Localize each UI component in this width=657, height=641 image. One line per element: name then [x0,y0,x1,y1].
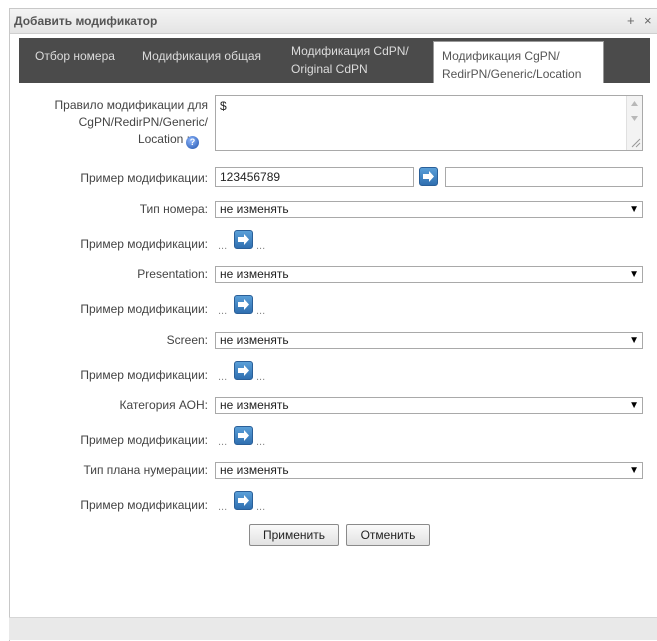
screen-example-dots-before: ... [218,371,228,383]
expand-icon[interactable]: + [627,13,635,28]
aon-category-example-dots-before: ... [218,436,228,448]
tab-number-selection[interactable]: Отбор номера [35,47,115,92]
screen-select[interactable]: не изменять ▼ [215,332,643,349]
screen-example-label: Пример модификации: [80,368,208,382]
number-type-example-label: Пример модификации: [80,237,208,251]
numbering-plan-example-dots-before: ... [218,501,228,513]
tab-cgpn-modification[interactable]: Модификация CgPN/ RedirPN/Generic/Locati… [433,41,604,83]
numbering-plan-example-dots-after: ... [256,501,266,513]
dialog-titlebar: Добавить модификатор + × [10,9,657,34]
arrow-right-icon [423,171,434,182]
apply-button[interactable]: Применить [249,524,339,546]
tab-bar: Отбор номера Модификация общая Модификац… [19,38,650,83]
aon-category-label: Категория АОН: [119,398,208,412]
textarea-scrollbar[interactable] [626,96,642,150]
chevron-down-icon: ▼ [629,204,639,215]
help-icon[interactable]: ? [186,136,199,149]
rule-textarea[interactable]: $ [215,95,643,151]
number-type-example-button[interactable] [234,230,253,249]
number-type-example-dots-before: ... [218,240,228,252]
arrow-right-icon [238,299,249,310]
example-input[interactable] [215,167,414,187]
presentation-example-dots-before: ... [218,305,228,317]
chevron-down-icon: ▼ [629,465,639,476]
cancel-button[interactable]: Отменить [346,524,430,546]
screen-example-dots-after: ... [256,371,266,383]
presentation-example-label: Пример модификации: [80,302,208,316]
close-icon[interactable]: × [644,13,652,28]
arrow-right-icon [238,495,249,506]
aon-category-select[interactable]: не изменять ▼ [215,397,643,414]
presentation-example-dots-after: ... [256,305,266,317]
aon-category-example-button[interactable] [234,426,253,445]
numbering-plan-example-label: Пример модификации: [80,498,208,512]
number-type-select[interactable]: не изменять ▼ [215,201,643,218]
presentation-example-button[interactable] [234,295,253,314]
example-label: Пример модификации: [80,171,208,185]
arrow-right-icon [238,365,249,376]
screen-example-button[interactable] [234,361,253,380]
chevron-down-icon: ▼ [629,400,639,411]
screen-label: Screen: [166,333,208,347]
presentation-select[interactable]: не изменять ▼ [215,266,643,283]
aon-category-example-dots-after: ... [256,436,266,448]
number-type-label: Тип номера: [139,202,208,216]
numbering-plan-select[interactable]: не изменять ▼ [215,462,643,479]
chevron-down-icon: ▼ [629,269,639,280]
tab-cdpn-modification[interactable]: Модификация CdPN/ Original CdPN [291,42,409,87]
scrollbar-arrows-icon [631,101,641,148]
tab-general-modification[interactable]: Модификация общая [142,47,261,92]
example-result[interactable] [445,167,643,187]
chevron-down-icon: ▼ [629,335,639,346]
number-type-example-dots-after: ... [256,240,266,252]
rule-label: Правило модификации для CgPN/RedirPN/Gen… [54,98,208,146]
numbering-plan-label: Тип плана нумерации: [83,463,208,477]
presentation-label: Presentation: [137,267,208,281]
dialog-title: Добавить модификатор [14,14,158,28]
arrow-right-icon [238,234,249,245]
arrow-right-icon [238,430,249,441]
numbering-plan-example-button[interactable] [234,491,253,510]
apply-example-button[interactable] [419,167,438,186]
dialog-footer [9,617,657,640]
aon-category-example-label: Пример модификации: [80,433,208,447]
